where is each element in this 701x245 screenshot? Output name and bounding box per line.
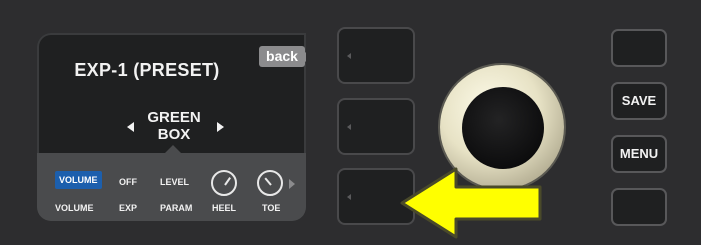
toe-knob-icon[interactable] (257, 170, 283, 196)
lcd-screen: EXP-1 (PRESET) back GREEN BOX VOLUME OFF… (37, 33, 306, 221)
param-label-param: PARAM (160, 203, 193, 213)
param-label-toe: TOE (262, 203, 281, 213)
encoder-knob[interactable] (462, 87, 544, 169)
soft-button-1[interactable] (337, 27, 415, 84)
soft-button-2[interactable] (337, 98, 415, 155)
save-button[interactable]: SAVE (611, 82, 667, 120)
soft-button-tick-icon (347, 194, 351, 200)
selector-notch (165, 145, 181, 153)
param-label-volume: VOLUME (55, 203, 94, 213)
param-label-heel: HEEL (212, 203, 237, 213)
param-value-volume[interactable]: VOLUME (55, 171, 102, 189)
back-button[interactable]: back (259, 46, 306, 67)
preset-name: GREEN BOX (137, 109, 211, 143)
menu-button[interactable]: MENU (611, 135, 667, 173)
soft-button-tick-icon (347, 124, 351, 130)
param-label-exp: EXP (119, 203, 138, 213)
pointer-arrow-icon (400, 167, 542, 239)
heel-knob-icon[interactable] (211, 170, 237, 196)
param-value-param[interactable]: LEVEL (160, 177, 189, 187)
more-params-arrow-icon (289, 179, 295, 189)
top-blank-button[interactable] (611, 29, 667, 67)
preset-name-line2: BOX (157, 126, 191, 143)
bottom-blank-button[interactable] (611, 188, 667, 226)
screen-title: EXP-1 (PRESET) (74, 60, 220, 80)
soft-button-tick-icon (347, 53, 351, 59)
preset-name-line1: GREEN (147, 109, 201, 126)
param-value-exp[interactable]: OFF (119, 177, 137, 187)
next-arrow-icon[interactable] (217, 122, 224, 132)
amp-control-panel: EXP-1 (PRESET) back GREEN BOX VOLUME OFF… (0, 0, 701, 245)
previous-arrow-icon[interactable] (127, 122, 134, 132)
